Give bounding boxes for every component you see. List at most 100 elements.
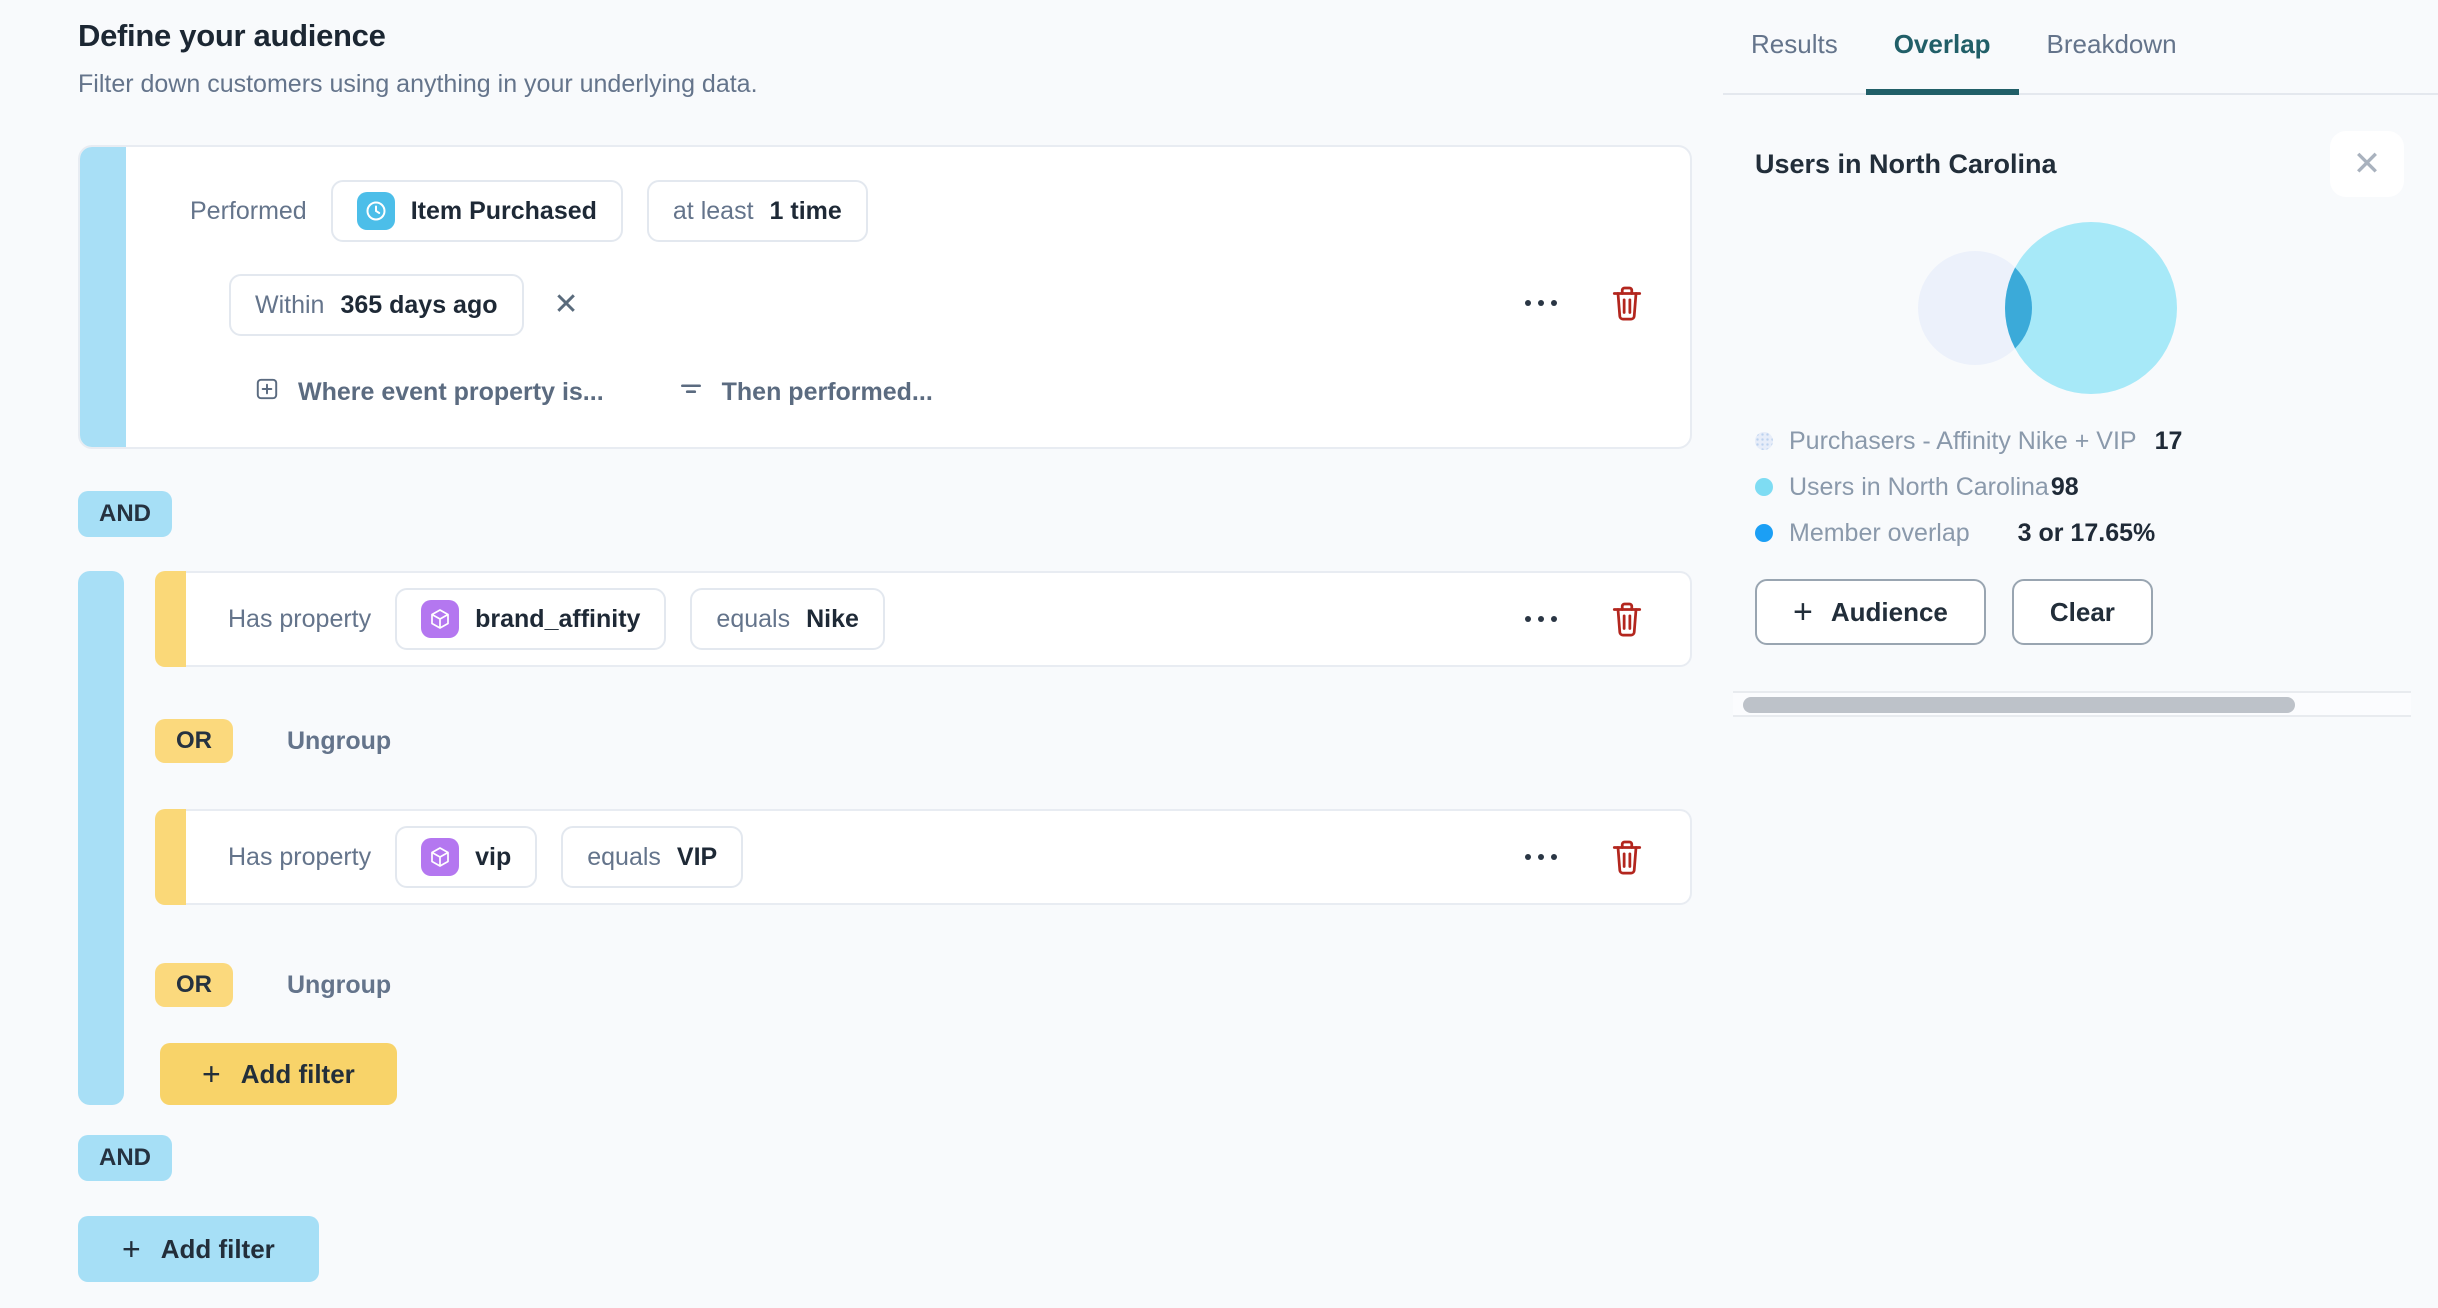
ellipsis-icon[interactable] <box>1521 850 1561 864</box>
tab-overlap[interactable]: Overlap <box>1865 0 2019 95</box>
operator-value: Nike <box>806 604 859 633</box>
time-window-row: Within 365 days ago ✕ <box>229 274 1650 336</box>
legend-label: Purchasers - Affinity Nike + VIP <box>1789 426 2137 455</box>
legend-row: Users in North Carolina 98 <box>1755 467 2404 507</box>
ellipsis-icon[interactable] <box>1521 612 1561 626</box>
event-filter-row: Performed Item Purchased at least 1 time <box>190 180 1650 242</box>
property-chip[interactable]: vip <box>395 826 538 888</box>
operator-label: equals <box>716 604 791 633</box>
horizontal-scrollbar-thumb[interactable] <box>1743 697 2295 713</box>
event-filter-actions <box>1521 285 1643 321</box>
venn-legend: Purchasers - Affinity Nike + VIP 17 User… <box>1755 421 2404 553</box>
legend-value: 3 or 17.65% <box>2017 518 2156 547</box>
plus-icon: + <box>1793 593 1813 631</box>
or-filter-group: Has property brand_affinity equals Nike <box>78 571 1692 1105</box>
time-qualifier: Within <box>255 290 325 319</box>
plus-icon: + <box>202 1056 221 1092</box>
legend-swatch-icon <box>1755 432 1773 450</box>
and-connector-badge: AND <box>78 1135 172 1181</box>
where-event-property-label: Where event property is... <box>298 378 604 406</box>
cube-icon <box>421 838 460 876</box>
property-filter-row: Has property vip equals VIP <box>155 809 1692 905</box>
clock-icon <box>356 192 395 230</box>
property-filter-actions <box>1521 601 1643 637</box>
panel-buttons-row: + Audience Clear <box>1755 579 2404 645</box>
results-panel: Results Overlap Breakdown Users in North… <box>1723 0 2438 1308</box>
legend-row: Purchasers - Affinity Nike + VIP 17 <box>1755 421 2404 461</box>
count-chip[interactable]: at least 1 time <box>646 180 868 242</box>
audience-builder: Define your audience Filter down custome… <box>78 0 1692 1282</box>
count-value: 1 time <box>769 196 842 225</box>
add-filter-label: Add filter <box>160 1233 275 1264</box>
legend-label: Member overlap <box>1789 518 1970 547</box>
then-performed-link[interactable]: Then performed... <box>678 376 933 409</box>
and-connector-badge: AND <box>78 491 172 537</box>
trash-icon[interactable] <box>1611 839 1643 875</box>
ungroup-button[interactable]: Ungroup <box>287 727 391 756</box>
page-title: Define your audience <box>78 18 386 53</box>
or-connector-row: OR Ungroup <box>155 963 1692 1007</box>
plus-square-icon <box>254 376 280 409</box>
property-chip-label: vip <box>475 842 512 871</box>
time-value: 365 days ago <box>340 290 498 319</box>
legend-row: Member overlap 3 or 17.65% <box>1755 513 2404 553</box>
filter-lines-icon <box>678 376 704 409</box>
root-add-filter-button[interactable]: + Add filter <box>78 1216 319 1282</box>
legend-swatch-icon <box>1755 524 1773 542</box>
property-chip-label: brand_affinity <box>475 604 641 633</box>
add-audience-button[interactable]: + Audience <box>1755 579 1986 645</box>
or-connector-row: OR Ungroup <box>155 719 1692 763</box>
yellow-accent-strip <box>155 809 186 905</box>
overlap-panel-body: Users in North Carolina ✕ Purchasers - A… <box>1723 131 2438 717</box>
event-chip-label: Item Purchased <box>410 196 597 225</box>
then-performed-label: Then performed... <box>721 378 933 406</box>
panel-tabs: Results Overlap Breakdown <box>1723 0 2438 95</box>
remove-time-window-icon[interactable]: ✕ <box>554 290 579 320</box>
or-connector-badge: OR <box>155 719 233 763</box>
tab-breakdown[interactable]: Breakdown <box>2019 0 2205 95</box>
cube-icon <box>421 600 460 638</box>
horizontal-scrollbar-track[interactable] <box>1733 691 2411 717</box>
clear-button[interactable]: Clear <box>2011 579 2153 645</box>
property-filter-actions <box>1521 839 1643 875</box>
overlap-title-row: Users in North Carolina ✕ <box>1755 131 2404 197</box>
page-subtitle: Filter down customers using anything in … <box>78 70 758 98</box>
operator-chip[interactable]: equals VIP <box>561 826 744 888</box>
or-connector-badge: OR <box>155 963 233 1007</box>
group-blue-accent-strip <box>78 571 124 1105</box>
event-filter-content: Performed Item Purchased at least 1 time <box>126 147 1690 447</box>
legend-label: Users in North Carolina <box>1789 472 2049 501</box>
event-filter-links-row: Where event property is... Then performe… <box>254 376 1650 409</box>
property-filter-card: Has property brand_affinity equals Nike <box>186 571 1692 667</box>
time-window-chip[interactable]: Within 365 days ago <box>229 274 524 336</box>
trash-icon[interactable] <box>1611 601 1643 637</box>
operator-value: VIP <box>676 842 718 871</box>
legend-value: 98 <box>2050 472 2079 501</box>
performed-label: Performed <box>190 196 307 225</box>
plus-icon: + <box>122 1231 141 1267</box>
event-chip[interactable]: Item Purchased <box>330 180 623 242</box>
legend-swatch-icon <box>1755 478 1773 496</box>
has-property-label: Has property <box>228 842 372 871</box>
yellow-accent-strip <box>155 571 186 667</box>
property-filter-card: Has property vip equals VIP <box>186 809 1692 905</box>
ungroup-button[interactable]: Ungroup <box>287 971 391 1000</box>
close-icon: ✕ <box>2352 145 2382 183</box>
blue-accent-strip <box>80 147 126 447</box>
trash-icon[interactable] <box>1611 285 1643 321</box>
event-filter-card: Performed Item Purchased at least 1 time <box>78 145 1692 449</box>
operator-chip[interactable]: equals Nike <box>690 588 885 650</box>
tab-results[interactable]: Results <box>1723 0 1866 95</box>
ellipsis-icon[interactable] <box>1521 296 1561 310</box>
where-event-property-link[interactable]: Where event property is... <box>254 376 604 409</box>
operator-label: equals <box>587 842 661 871</box>
add-filter-label: Add filter <box>240 1058 355 1089</box>
has-property-label: Has property <box>228 604 372 633</box>
property-filter-row: Has property brand_affinity equals Nike <box>155 571 1692 667</box>
group-add-filter-button[interactable]: + Add filter <box>160 1043 397 1105</box>
venn-diagram <box>1918 222 2177 394</box>
close-panel-button[interactable]: ✕ <box>2330 131 2404 197</box>
property-chip[interactable]: brand_affinity <box>395 588 667 650</box>
count-qualifier: at least <box>672 196 754 225</box>
legend-value: 17 <box>2154 426 2183 455</box>
